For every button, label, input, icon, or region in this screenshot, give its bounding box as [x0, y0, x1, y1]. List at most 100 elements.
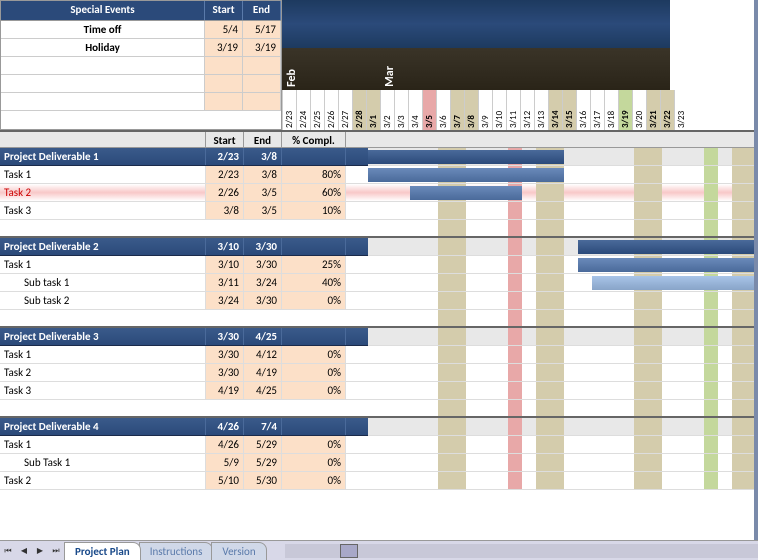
- task-compl[interactable]: 25%: [282, 256, 346, 273]
- vertical-scrollbar[interactable]: [754, 0, 758, 540]
- sheet-tab[interactable]: Project Plan: [64, 542, 141, 560]
- task-start[interactable]: 5/10: [206, 472, 244, 489]
- se-end[interactable]: [243, 75, 281, 92]
- task-name[interactable]: Task 2: [0, 184, 206, 201]
- task-name[interactable]: Task 3: [0, 202, 206, 219]
- task-compl[interactable]: 0%: [282, 364, 346, 381]
- task-end[interactable]: 5/29: [244, 454, 282, 471]
- task-compl[interactable]: 80%: [282, 166, 346, 183]
- date-cell: 3/12: [520, 90, 534, 130]
- deliv-start[interactable]: 4/26: [206, 418, 244, 435]
- se-name[interactable]: Holiday: [1, 39, 205, 56]
- se-start[interactable]: 5/4: [205, 21, 243, 38]
- date-cell: 3/23: [674, 90, 688, 130]
- task-end[interactable]: 3/5: [244, 184, 282, 201]
- se-start[interactable]: [205, 75, 243, 92]
- task-name[interactable]: Task 1: [0, 166, 206, 183]
- date-cell: 3/14: [548, 90, 562, 130]
- task-start[interactable]: 2/23: [206, 166, 244, 183]
- deliv-start[interactable]: 3/10: [206, 238, 244, 255]
- task-end[interactable]: 3/24: [244, 274, 282, 291]
- task-start[interactable]: 3/11: [206, 274, 244, 291]
- tab-nav-last[interactable]: ⏭: [49, 544, 63, 558]
- task-name[interactable]: Task 2: [0, 364, 206, 381]
- special-event-row[interactable]: [1, 93, 281, 111]
- task-compl[interactable]: 0%: [282, 436, 346, 453]
- task-end[interactable]: 3/5: [244, 202, 282, 219]
- date-cell: 3/4: [408, 90, 422, 130]
- task-end[interactable]: 3/30: [244, 256, 282, 273]
- task-name[interactable]: Task 1: [0, 436, 206, 453]
- gantt-spacer: [368, 220, 758, 238]
- special-event-row[interactable]: [1, 75, 281, 93]
- task-compl[interactable]: 40%: [282, 274, 346, 291]
- tab-nav-next[interactable]: ▶: [33, 544, 47, 558]
- task-name[interactable]: Sub Task 1: [0, 454, 206, 471]
- date-cell: 3/17: [590, 90, 604, 130]
- task-end[interactable]: 4/12: [244, 346, 282, 363]
- deliv-start[interactable]: 3/30: [206, 328, 244, 345]
- se-start[interactable]: [205, 93, 243, 110]
- task-compl[interactable]: 60%: [282, 184, 346, 201]
- task-compl[interactable]: 0%: [282, 454, 346, 471]
- task-end[interactable]: 3/8: [244, 166, 282, 183]
- task-start[interactable]: 4/19: [206, 382, 244, 399]
- task-compl[interactable]: 10%: [282, 202, 346, 219]
- tab-nav-first[interactable]: ⏮: [1, 544, 15, 558]
- se-start[interactable]: [205, 57, 243, 74]
- task-start[interactable]: 4/26: [206, 436, 244, 453]
- deliv-end[interactable]: 7/4: [244, 418, 282, 435]
- se-end[interactable]: 3/19: [243, 39, 281, 56]
- gantt-task-row: [368, 292, 758, 310]
- se-name[interactable]: Time off: [1, 21, 205, 38]
- deliv-end[interactable]: 4/25: [244, 328, 282, 345]
- task-name[interactable]: Task 3: [0, 382, 206, 399]
- task-end[interactable]: 5/29: [244, 436, 282, 453]
- task-compl[interactable]: 0%: [282, 472, 346, 489]
- task-header: Start End % Compl.: [0, 130, 758, 148]
- deliv-end[interactable]: 3/8: [244, 148, 282, 165]
- special-event-row[interactable]: Time off 5/4 5/17: [1, 21, 281, 39]
- se-name[interactable]: [1, 57, 205, 74]
- task-end[interactable]: 3/30: [244, 292, 282, 309]
- date-cell: 2/23: [282, 90, 296, 130]
- task-start[interactable]: 3/8: [206, 202, 244, 219]
- se-end[interactable]: [243, 57, 281, 74]
- se-start[interactable]: 3/19: [205, 39, 243, 56]
- task-compl[interactable]: 0%: [282, 346, 346, 363]
- deliv-start[interactable]: 2/23: [206, 148, 244, 165]
- special-event-row[interactable]: [1, 57, 281, 75]
- task-name[interactable]: Task 1: [0, 346, 206, 363]
- sheet-tab[interactable]: Version: [211, 542, 266, 560]
- date-cell: 3/1: [366, 90, 380, 130]
- sheet-tab[interactable]: Instructions: [139, 542, 214, 560]
- task-name[interactable]: Task 1: [0, 256, 206, 273]
- se-end[interactable]: 5/17: [243, 21, 281, 38]
- gantt-task-row: [368, 166, 758, 184]
- se-end[interactable]: [243, 93, 281, 110]
- se-name[interactable]: [1, 93, 205, 110]
- task-name[interactable]: Sub task 2: [0, 292, 206, 309]
- deliv-end[interactable]: 3/30: [244, 238, 282, 255]
- task-start[interactable]: 2/26: [206, 184, 244, 201]
- task-start[interactable]: 5/9: [206, 454, 244, 471]
- task-end[interactable]: 4/19: [244, 364, 282, 381]
- horizontal-scrollbar[interactable]: [285, 544, 758, 558]
- task-start[interactable]: 3/10: [206, 256, 244, 273]
- tab-nav-prev[interactable]: ◀: [17, 544, 31, 558]
- scroll-thumb[interactable]: [340, 544, 358, 558]
- sheet-tabs: ⏮ ◀ ▶ ⏭ Project PlanInstructionsVersion: [0, 540, 758, 560]
- task-start[interactable]: 3/30: [206, 346, 244, 363]
- task-compl[interactable]: 0%: [282, 292, 346, 309]
- task-compl[interactable]: 0%: [282, 382, 346, 399]
- date-cell: 3/15: [562, 90, 576, 130]
- task-end[interactable]: 5/30: [244, 472, 282, 489]
- task-start[interactable]: 3/30: [206, 364, 244, 381]
- special-event-row[interactable]: Holiday 3/19 3/19: [1, 39, 281, 57]
- se-name[interactable]: [1, 75, 205, 92]
- task-name[interactable]: Sub task 1: [0, 274, 206, 291]
- task-start[interactable]: 3/24: [206, 292, 244, 309]
- gantt-bar: [578, 240, 754, 254]
- task-name[interactable]: Task 2: [0, 472, 206, 489]
- task-end[interactable]: 4/25: [244, 382, 282, 399]
